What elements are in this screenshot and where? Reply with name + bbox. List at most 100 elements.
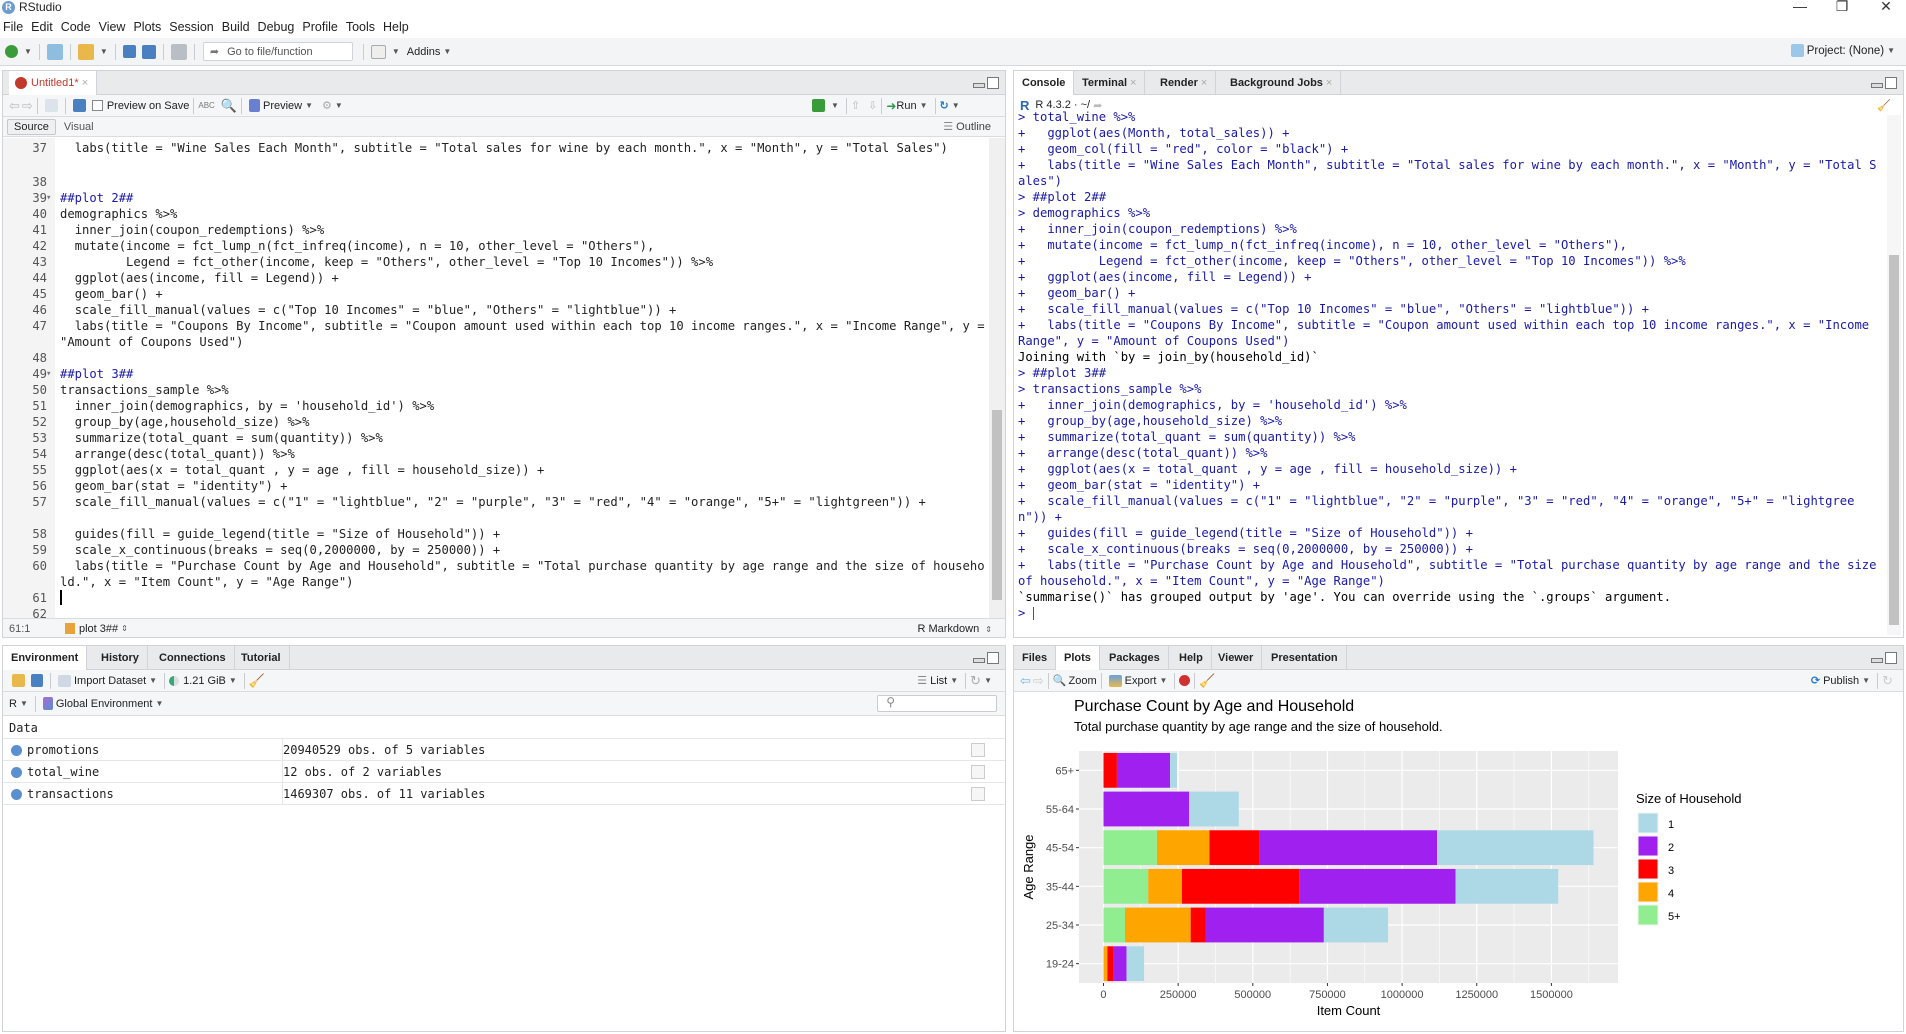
open-file-icon[interactable] (77, 43, 94, 60)
tab-background-jobs[interactable]: Background Jobs × (1222, 71, 1342, 95)
save-workspace-icon[interactable] (31, 674, 43, 687)
preview-button[interactable]: Preview (263, 100, 302, 112)
pane-layout-dropdown-icon[interactable]: ▼ (392, 47, 400, 56)
expand-object-icon[interactable] (11, 745, 22, 756)
view-data-grid-icon[interactable] (971, 743, 985, 757)
maximize-pane-icon[interactable] (1885, 77, 1897, 89)
env-row-transactions[interactable]: transactions 1469307 obs. of 11 variable… (3, 783, 1005, 805)
previous-chunk-icon[interactable]: ⇧ (851, 99, 860, 112)
tab-tutorial[interactable]: Tutorial (233, 646, 290, 670)
clear-plots-broom-icon[interactable]: 🧹 (1199, 673, 1215, 689)
insert-chunk-icon[interactable] (812, 99, 825, 112)
refresh-dropdown-icon[interactable]: ▼ (984, 676, 992, 685)
save-all-icon[interactable] (141, 44, 156, 59)
memory-dropdown-icon[interactable]: ▼ (229, 676, 237, 685)
back-icon[interactable]: ⇦ (9, 98, 20, 114)
visual-mode-button[interactable]: Visual (64, 121, 94, 133)
section-dropdown-icon[interactable]: ⇕ (121, 624, 128, 633)
preview-on-save-checkbox[interactable] (91, 100, 103, 111)
preview-dropdown-icon[interactable]: ▼ (305, 101, 313, 110)
close-tab-icon[interactable]: × (1130, 77, 1136, 89)
editor-scrollbar-thumb[interactable] (992, 410, 1002, 600)
run-dropdown-icon[interactable]: ▼ (920, 101, 928, 110)
tab-connections[interactable]: Connections (151, 646, 235, 670)
addins-menu[interactable]: Addins (407, 46, 441, 58)
minimize-pane-icon[interactable] (1871, 658, 1883, 663)
refresh-icon[interactable]: ↻ (970, 673, 981, 689)
rerun-dropdown-icon[interactable]: ▼ (952, 101, 960, 110)
section-navigator[interactable]: plot 3## (79, 623, 118, 635)
menu-debug[interactable]: Debug (255, 20, 300, 34)
outline-button[interactable]: ☰ Outline (943, 120, 991, 133)
tab-terminal[interactable]: Terminal × (1074, 71, 1146, 95)
tab-files[interactable]: Files (1014, 646, 1057, 670)
publish-button[interactable]: Publish (1823, 675, 1859, 687)
tab-plots[interactable]: Plots (1056, 646, 1100, 670)
maximize-pane-icon[interactable] (1885, 652, 1897, 664)
editor-scrollbar[interactable] (989, 138, 1005, 618)
menu-file[interactable]: File (0, 20, 28, 34)
menu-help[interactable]: Help (380, 20, 414, 34)
filetype-selector[interactable]: R Markdown ⇕ (917, 623, 995, 635)
zoom-button[interactable]: Zoom (1069, 675, 1097, 687)
tab-help[interactable]: Help (1171, 646, 1212, 670)
remove-plot-icon[interactable] (1179, 675, 1191, 686)
next-plot-icon[interactable]: ⇨ (1033, 673, 1044, 689)
environment-scope-selector[interactable]: Global Environment (56, 698, 153, 710)
show-in-window-icon[interactable] (44, 99, 58, 112)
menu-plots[interactable]: Plots (130, 20, 166, 34)
goto-file-function-input[interactable]: ➦ Go to file/function (202, 42, 353, 61)
view-data-grid-icon[interactable] (971, 787, 985, 801)
close-tab-icon[interactable]: × (1326, 77, 1332, 89)
spellcheck-icon[interactable]: ABC (198, 101, 214, 110)
tab-viewer[interactable]: Viewer (1210, 646, 1263, 670)
minimize-button[interactable]: — (1780, 0, 1820, 14)
close-window-button[interactable]: ✕ (1866, 0, 1906, 15)
minimize-pane-icon[interactable] (1871, 83, 1883, 88)
env-row-total-wine[interactable]: total_wine 12 obs. of 2 variables (3, 761, 1005, 783)
new-file-icon[interactable] (5, 45, 18, 58)
menu-build[interactable]: Build (219, 20, 255, 34)
view-mode-dropdown-icon[interactable]: ▼ (950, 676, 958, 685)
print-icon[interactable] (170, 43, 187, 60)
maximize-pane-icon[interactable] (987, 77, 999, 89)
refresh-plot-icon[interactable]: ↻ (1882, 673, 1893, 689)
expand-object-icon[interactable] (11, 767, 22, 778)
settings-gear-icon[interactable]: ⚙ (322, 99, 332, 112)
console-scrollbar-thumb[interactable] (1889, 255, 1899, 625)
close-tab-icon[interactable]: × (1201, 77, 1207, 89)
open-file-dropdown-icon[interactable]: ▼ (100, 47, 108, 56)
code-editor[interactable]: 37 labs(title = "Wine Sales Each Month",… (3, 138, 985, 618)
load-workspace-icon[interactable] (12, 674, 25, 687)
menu-code[interactable]: Code (58, 20, 96, 34)
rerun-icon[interactable]: ↻ (940, 99, 949, 112)
menu-edit[interactable]: Edit (28, 20, 58, 34)
new-project-icon[interactable] (46, 43, 63, 60)
menu-tools[interactable]: Tools (343, 20, 380, 34)
menu-profile[interactable]: Profile (299, 20, 342, 34)
language-dropdown-icon[interactable]: ▼ (20, 699, 28, 708)
insert-chunk-dropdown-icon[interactable]: ▼ (831, 101, 839, 110)
import-dataset-button[interactable]: Import Dataset (74, 675, 146, 687)
menu-session[interactable]: Session (166, 20, 218, 34)
minimize-pane-icon[interactable] (973, 658, 985, 663)
editor-tab-untitled1[interactable]: Untitled1* × (9, 71, 98, 95)
tab-render[interactable]: Render × (1152, 71, 1217, 95)
tab-presentation[interactable]: Presentation (1263, 646, 1347, 670)
settings-dropdown-icon[interactable]: ▼ (335, 101, 343, 110)
publish-dropdown-icon[interactable]: ▼ (1862, 676, 1870, 685)
view-mode-selector[interactable]: List (930, 675, 947, 687)
forward-icon[interactable]: ⇨ (22, 98, 33, 114)
project-menu[interactable]: Project: (None) ▼ (1788, 44, 1898, 57)
addins-dropdown-icon[interactable]: ▼ (443, 47, 451, 56)
clear-workspace-broom-icon[interactable]: 🧹 (249, 673, 265, 689)
tab-history[interactable]: History (93, 646, 148, 670)
pane-layout-icon[interactable] (370, 44, 386, 59)
close-tab-icon[interactable]: × (82, 77, 88, 89)
restore-button[interactable]: ❐ (1822, 0, 1862, 15)
console-output[interactable]: > total_wine %>% + ggplot(aes(Month, tota… (1018, 109, 1882, 635)
tab-console[interactable]: Console (1014, 71, 1075, 95)
tab-environment[interactable]: Environment (3, 646, 88, 670)
source-mode-button[interactable]: Source (7, 118, 56, 135)
new-file-dropdown-icon[interactable]: ▼ (24, 47, 32, 56)
